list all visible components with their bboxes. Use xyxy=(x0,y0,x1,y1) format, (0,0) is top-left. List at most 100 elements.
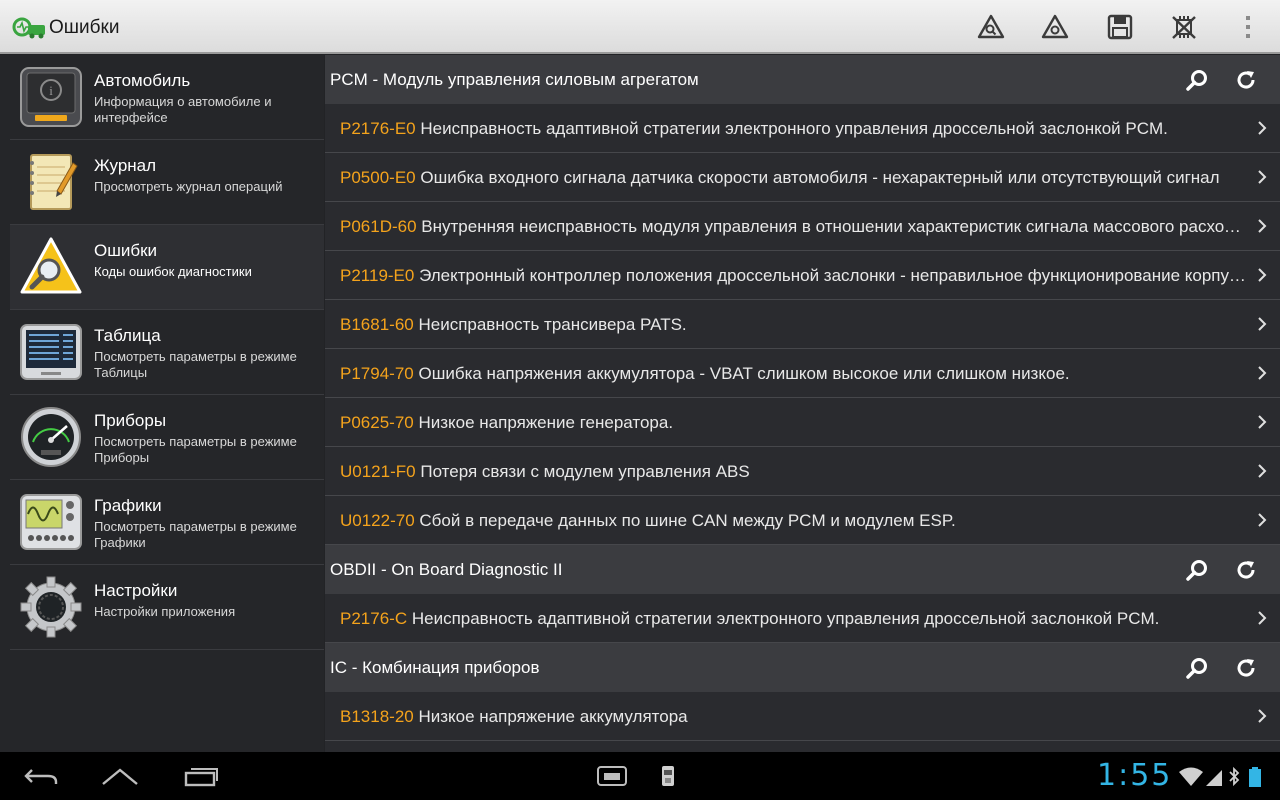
error-row[interactable]: P1794-70 Ошибка напряжения аккумулятора … xyxy=(325,349,1280,398)
error-row[interactable]: P2176-E0 Неисправность адаптивной страте… xyxy=(325,104,1280,153)
save-button[interactable] xyxy=(1105,11,1135,43)
error-row-text: B1681-60 Неисправность трансивера PATS. xyxy=(340,315,1250,335)
error-row-text: P2176-E0 Неисправность адаптивной страте… xyxy=(340,119,1250,139)
warning-scan-icon xyxy=(977,14,1005,39)
section-refresh-button[interactable] xyxy=(1234,558,1258,582)
table-display-icon xyxy=(19,321,83,383)
screen: Ошибки i Автомобиль Информация о автомоб… xyxy=(0,0,1280,800)
recent-apps-icon xyxy=(184,768,218,787)
error-row-text: U0122-70 Сбой в передаче данных по шине … xyxy=(340,511,1250,531)
section-header-pcm: PCM - Модуль управления силовым агрегато… xyxy=(325,55,1280,104)
keyboard-switch-button[interactable] xyxy=(596,762,628,790)
sidebar-item-title: Автомобиль xyxy=(94,71,191,90)
sidebar-item-title: Приборы xyxy=(94,411,167,430)
back-button[interactable] xyxy=(22,762,60,790)
warning-clear-button[interactable] xyxy=(1040,11,1070,43)
error-row[interactable]: P061D-60 Внутренняя неисправность модуля… xyxy=(325,202,1280,251)
sidebar-item-title: Настройки xyxy=(94,581,178,600)
error-row[interactable]: U0122-70 Сбой в передаче данных по шине … xyxy=(325,496,1280,545)
error-code: P1794-70 xyxy=(340,364,414,383)
chevron-right-icon xyxy=(1256,511,1268,529)
page-title: Ошибки xyxy=(49,17,120,38)
sidebar-item-title: Графики xyxy=(94,496,162,515)
sidebar-item-subtitle: Коды ошибок диагностики xyxy=(94,264,252,279)
chevron-right-icon xyxy=(1256,707,1268,725)
section-search-button[interactable] xyxy=(1185,68,1209,92)
section-title: OBDII - On Board Diagnostic II xyxy=(330,560,563,579)
sidebar-item-title: Журнал xyxy=(94,156,157,175)
sidebar-item-subtitle: Просмотреть журнал операций xyxy=(94,179,283,194)
chevron-right-icon xyxy=(1256,413,1268,431)
gear-icon xyxy=(19,576,83,638)
error-code: B1681-60 xyxy=(340,315,414,334)
error-row[interactable]: P2176-C Неисправность адаптивной стратег… xyxy=(325,594,1280,643)
error-code-list[interactable]: PCM - Модуль управления силовым агрегато… xyxy=(325,55,1280,752)
error-description: Сбой в передаче данных по шине CAN между… xyxy=(419,511,956,530)
disconnect-button[interactable] xyxy=(1169,11,1199,43)
error-row[interactable]: B1681-60 Неисправность трансивера PATS. xyxy=(325,300,1280,349)
error-code: P061D-60 xyxy=(340,217,417,236)
wifi-icon xyxy=(1178,766,1204,788)
home-icon xyxy=(102,768,138,785)
sidebar-item-errors[interactable]: Ошибки Коды ошибок диагностики xyxy=(10,225,324,310)
chevron-right-icon xyxy=(1256,119,1268,137)
refresh-icon xyxy=(1237,659,1255,677)
overflow-menu-icon xyxy=(1246,16,1250,38)
error-code: B1318-20 xyxy=(340,707,414,726)
sidebar-item-graphs[interactable]: Графики Посмотреть параметры в режиме Гр… xyxy=(10,480,324,565)
error-row-text: P1794-70 Ошибка напряжения аккумулятора … xyxy=(340,364,1250,384)
section-search-button[interactable] xyxy=(1185,656,1209,680)
sidebar-item-journal[interactable]: Журнал Просмотреть журнал операций xyxy=(10,140,324,225)
error-row[interactable]: P2119-E0 Электронный контроллер положени… xyxy=(325,251,1280,300)
search-icon xyxy=(1186,658,1207,679)
home-button[interactable] xyxy=(100,762,140,790)
section-title: IC - Комбинация приборов xyxy=(330,658,540,677)
sidebar-item-title: Ошибки xyxy=(94,241,158,260)
section-refresh-button[interactable] xyxy=(1234,68,1258,92)
app-logo-icon[interactable] xyxy=(12,16,46,40)
error-row-text: P061D-60 Внутренняя неисправность модуля… xyxy=(340,217,1250,237)
error-row[interactable]: P0625-70 Низкое напряжение генератора. xyxy=(325,398,1280,447)
sidebar-item-subtitle: Информация о автомобиле и интерфейсе xyxy=(94,94,272,125)
notification-app-button[interactable] xyxy=(658,762,678,790)
warning-clear-icon xyxy=(1041,14,1069,39)
error-row[interactable]: P0500-E0 Ошибка входного сигнала датчика… xyxy=(325,153,1280,202)
error-description: Неисправность трансивера PATS. xyxy=(418,315,687,334)
section-title: PCM - Модуль управления силовым агрегато… xyxy=(330,70,699,89)
sidebar-item-table[interactable]: Таблица Посмотреть параметры в режиме Та… xyxy=(10,310,324,395)
error-row-text: U0121-F0 Потеря связи с модулем управлен… xyxy=(340,462,1250,482)
sidebar-item-settings[interactable]: Настройки Настройки приложения xyxy=(10,565,324,650)
refresh-icon xyxy=(1237,561,1255,579)
recent-apps-button[interactable] xyxy=(182,762,220,790)
error-row[interactable]: B1318-20 Низкое напряжение аккумулятора xyxy=(325,692,1280,741)
signal-icon xyxy=(1204,766,1224,788)
svg-text:i: i xyxy=(49,83,53,98)
section-header-ic: IC - Комбинация приборов xyxy=(325,643,1280,692)
section-refresh-button[interactable] xyxy=(1234,656,1258,680)
overflow-menu-button[interactable] xyxy=(1233,11,1263,43)
car-info-icon: i xyxy=(19,66,83,128)
chevron-right-icon xyxy=(1256,315,1268,333)
chevron-right-icon xyxy=(1256,462,1268,480)
error-row-text: P2176-C Неисправность адаптивной стратег… xyxy=(340,609,1250,629)
error-row[interactable]: U0121-F0 Потеря связи с модулем управлен… xyxy=(325,447,1280,496)
error-code: U0122-70 xyxy=(340,511,415,530)
error-description: Ошибка напряжения аккумулятора - VBAT сл… xyxy=(418,364,1070,383)
error-description: Неисправность адаптивной стратегии элект… xyxy=(411,609,1160,628)
disconnect-icon xyxy=(1172,16,1196,39)
sidebar-item-subtitle: Посмотреть параметры в режиме Графики xyxy=(94,519,297,550)
error-row-text: B1318-20 Низкое напряжение аккумулятора xyxy=(340,707,1250,727)
warning-scan-button[interactable] xyxy=(976,11,1006,43)
save-icon xyxy=(1107,14,1133,40)
chevron-right-icon xyxy=(1256,364,1268,382)
status-clock: 1:55 xyxy=(1097,758,1173,793)
oscilloscope-icon xyxy=(19,491,83,553)
search-icon xyxy=(1186,70,1207,91)
screen-toggle-icon xyxy=(597,766,627,786)
error-description: Потеря связи с модулем управления ABS xyxy=(420,462,750,481)
sidebar-item-car[interactable]: i Автомобиль Информация о автомобиле и и… xyxy=(10,55,324,140)
section-search-button[interactable] xyxy=(1185,558,1209,582)
sidebar-item-gauges[interactable]: Приборы Посмотреть параметры в режиме Пр… xyxy=(10,395,324,480)
search-icon xyxy=(1186,560,1207,581)
system-navigation-bar xyxy=(0,752,1280,800)
